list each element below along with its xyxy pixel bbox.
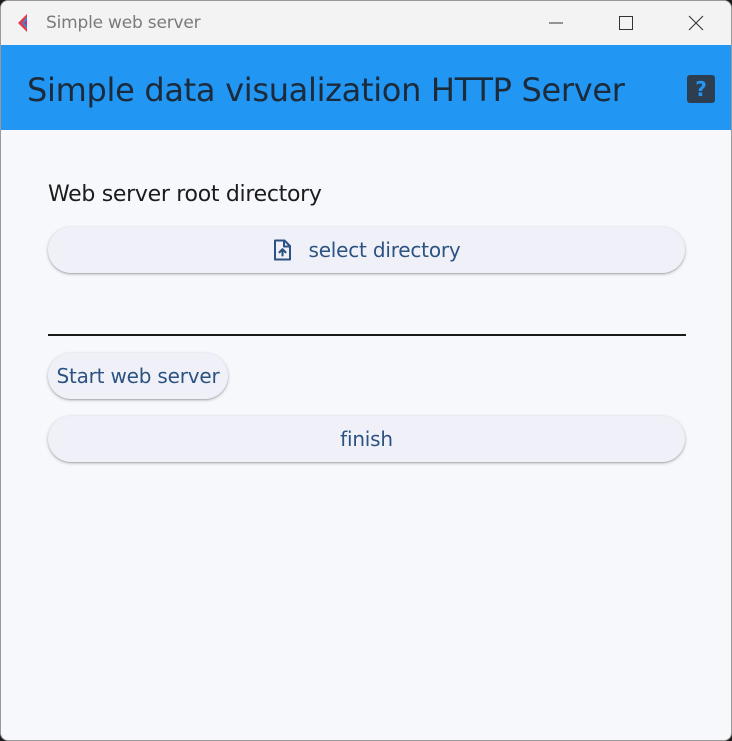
main-content: Web server root directory select directo… [1, 130, 731, 740]
minimize-icon [549, 22, 563, 24]
file-upload-icon [274, 239, 292, 261]
help-button[interactable]: ? [687, 75, 715, 103]
root-directory-label: Web server root directory [48, 182, 322, 207]
select-directory-button[interactable]: select directory [48, 227, 685, 273]
close-icon [688, 15, 704, 31]
select-directory-label: select directory [308, 238, 461, 262]
minimize-button[interactable] [533, 1, 579, 45]
flutter-app-icon [18, 14, 27, 32]
page-title: Simple data visualization HTTP Server [27, 71, 625, 109]
app-bar: Simple data visualization HTTP Server ? [1, 45, 731, 130]
start-web-server-button[interactable]: Start web server [48, 353, 228, 399]
maximize-icon [619, 16, 633, 30]
finish-label: finish [340, 427, 393, 451]
maximize-button[interactable] [603, 1, 649, 45]
finish-button[interactable]: finish [48, 416, 685, 462]
window-title: Simple web server [46, 13, 201, 33]
title-bar[interactable]: Simple web server [1, 1, 731, 45]
start-web-server-label: Start web server [56, 364, 220, 388]
directory-divider [48, 334, 686, 336]
help-icon: ? [695, 77, 707, 101]
app-window: Simple web server Simple data visualizat… [0, 0, 732, 741]
close-button[interactable] [673, 1, 719, 45]
